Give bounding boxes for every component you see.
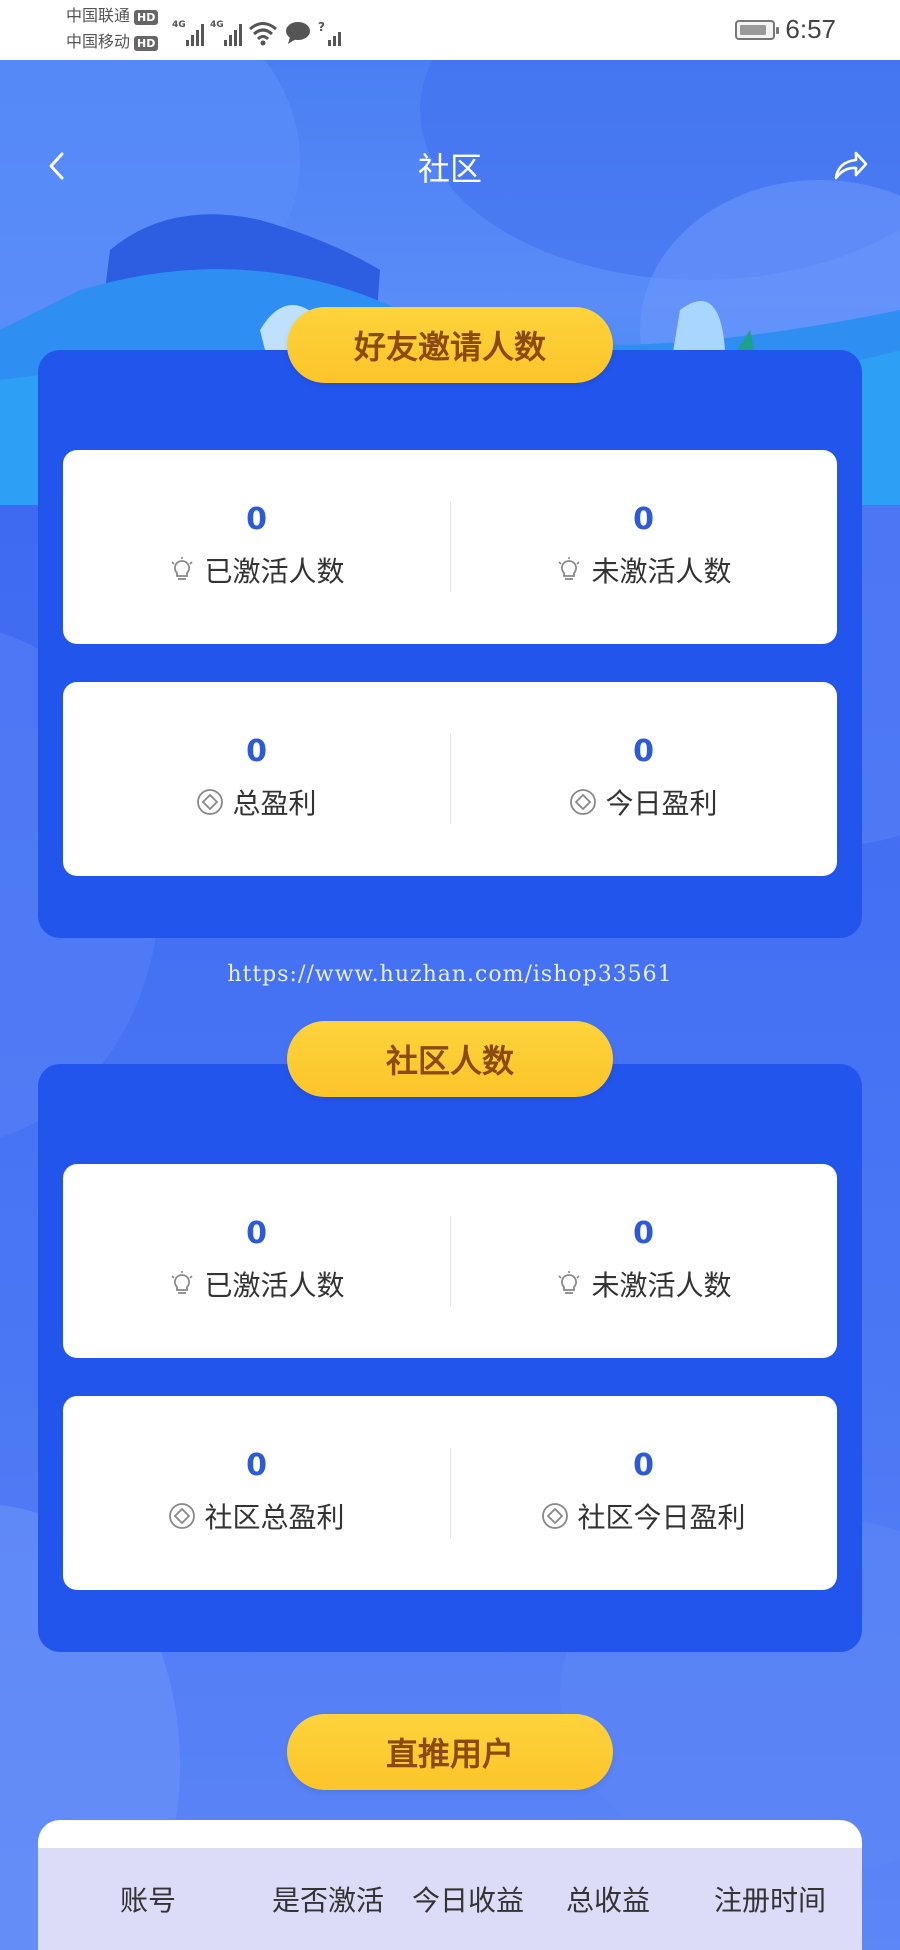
battery-icon (735, 19, 780, 40)
message-icon (286, 22, 310, 44)
carrier-2-label: 中国移动 (66, 32, 131, 51)
stat-value: 0 (246, 502, 267, 537)
community-activated-stat: 0 已激活人数 (63, 1164, 450, 1358)
signal-icon-3: ? (318, 20, 341, 46)
signal-icon-2: 4G (210, 20, 242, 46)
community-profit-card: 0 社区总盈利 0 社区今日盈利 (63, 1396, 837, 1590)
friends-activated-stat: 0 已激活人数 (63, 450, 450, 644)
lightbulb-icon (558, 1271, 581, 1294)
stat-label: 已激活人数 (204, 555, 345, 588)
stat-label: 社区总盈利 (204, 1501, 345, 1534)
wifi-icon (249, 22, 277, 46)
column-header-activated: 是否激活 (271, 1884, 384, 1917)
network-type-3: ? (318, 20, 325, 34)
stat-value: 0 (246, 1448, 267, 1483)
column-header-total-earnings: 总收益 (565, 1884, 650, 1917)
diamond-coin-icon (570, 789, 597, 815)
stat-label: 社区今日盈利 (577, 1501, 746, 1534)
lightbulb-icon (171, 1271, 194, 1294)
friends-panel: 0 已激活人数 0 未激活人数 0 总盈利 0 今日盈利 (38, 350, 862, 938)
community-panel: 0 已激活人数 0 未激活人数 0 社区总盈利 0 社区今日盈利 (38, 1064, 862, 1652)
direct-users-section-title: 直推用户 (287, 1714, 613, 1790)
clock: 6:57 (785, 14, 836, 44)
lightbulb-icon (558, 557, 581, 580)
status-right: 6:57 (735, 14, 836, 45)
column-header-register-time: 注册时间 (713, 1884, 826, 1917)
friends-inactive-stat: 0 未激活人数 (450, 450, 837, 644)
signal-icon-1: 4G (172, 20, 204, 46)
watermark-url: https://www.huzhan.com/ishop33561 (227, 962, 673, 987)
community-section-title: 社区人数 (287, 1021, 613, 1097)
stat-label: 未激活人数 (591, 555, 732, 588)
stat-label: 已激活人数 (204, 1269, 345, 1302)
carrier-2: 中国移动 HD (66, 32, 159, 52)
stat-value: 0 (246, 1216, 267, 1251)
friends-today-profit-stat: 0 今日盈利 (450, 682, 837, 876)
hd-badge: HD (134, 10, 159, 25)
carrier-1: 中国联通 HD (66, 6, 159, 26)
table-header-row: 账号 是否激活 今日收益 总收益 注册时间 (38, 1848, 862, 1950)
stat-value: 0 (633, 502, 654, 537)
column-header-account: 账号 (119, 1884, 176, 1917)
friends-total-profit-stat: 0 总盈利 (63, 682, 450, 876)
friends-profit-card: 0 总盈利 0 今日盈利 (63, 682, 837, 876)
nav-bar: 社区 (0, 130, 900, 200)
friends-activation-card: 0 已激活人数 0 未激活人数 (63, 450, 837, 644)
stat-label: 未激活人数 (591, 1269, 732, 1302)
hd-badge-2: HD (134, 36, 159, 51)
community-total-profit-stat: 0 社区总盈利 (63, 1396, 450, 1590)
diamond-coin-icon (542, 1503, 569, 1529)
status-icons: 4G 4G ? (172, 14, 341, 46)
stat-value: 0 (633, 1448, 654, 1483)
community-inactive-stat: 0 未激活人数 (450, 1164, 837, 1358)
diamond-coin-icon (197, 789, 224, 815)
carrier-1-label: 中国联通 (66, 6, 131, 25)
community-today-profit-stat: 0 社区今日盈利 (450, 1396, 837, 1590)
stat-value: 0 (633, 1216, 654, 1251)
lightbulb-icon (171, 557, 194, 580)
share-icon[interactable] (830, 146, 870, 186)
community-activation-card: 0 已激活人数 0 未激活人数 (63, 1164, 837, 1358)
stat-value: 0 (246, 734, 267, 769)
friends-section-title: 好友邀请人数 (287, 307, 613, 383)
status-bar: 中国联通 HD 中国移动 HD 4G 4G ? 6:57 (0, 0, 900, 60)
diamond-coin-icon (169, 1503, 196, 1529)
stat-value: 0 (633, 734, 654, 769)
stat-label: 总盈利 (232, 787, 317, 820)
direct-users-table: 账号 是否激活 今日收益 总收益 注册时间 (38, 1820, 862, 1950)
network-type-1: 4G (172, 20, 186, 30)
network-type-2: 4G (210, 20, 224, 30)
page-title: 社区 (417, 150, 482, 188)
column-header-today-earnings: 今日收益 (411, 1884, 524, 1917)
stat-label: 今日盈利 (605, 787, 718, 820)
